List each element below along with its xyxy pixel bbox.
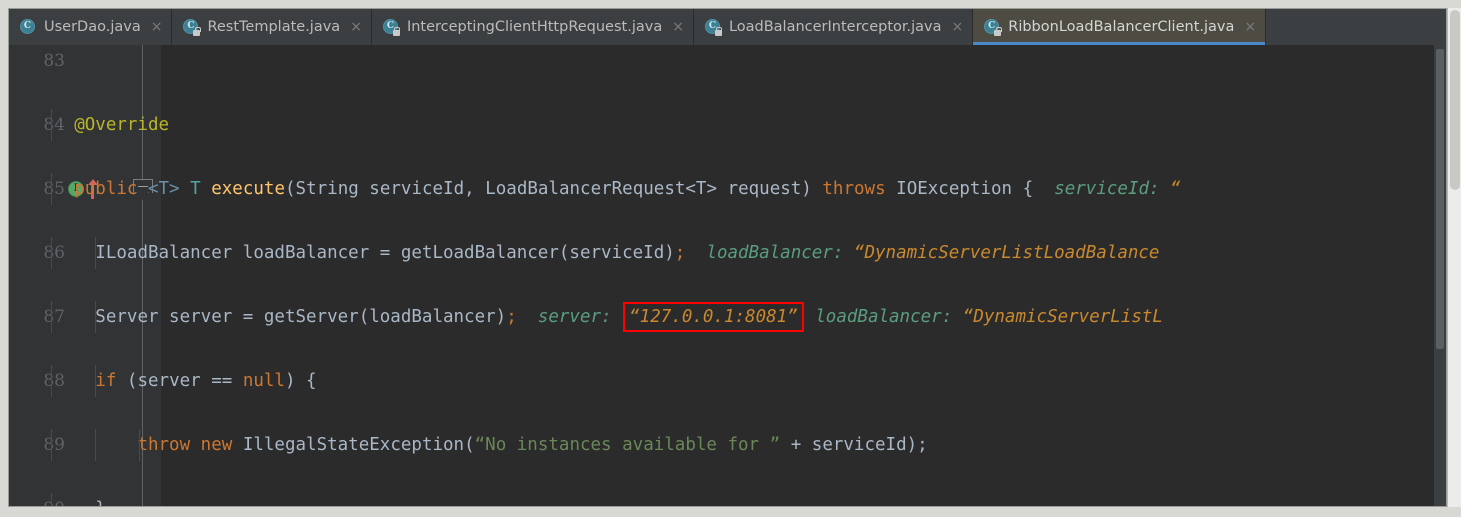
method-name-token: execute (211, 179, 285, 199)
debug-hint-value[interactable]: “ (1170, 179, 1181, 199)
editor-row[interactable]: 87 Server server = getServer(loadBalance… (9, 301, 1446, 333)
window-frame-bottom (0, 507, 1461, 517)
code-line[interactable]: @Override (9, 109, 1294, 141)
type-token: IOException { (896, 179, 1034, 199)
expression-token: + serviceId); (780, 435, 928, 455)
java-class-locked-icon: C (382, 19, 401, 36)
code-line[interactable]: Server server = getServer(loadBalancer);… (9, 301, 1294, 333)
close-icon[interactable]: × (348, 20, 362, 34)
tab-label: LoadBalancerInterceptor.java (728, 19, 942, 35)
debug-hint-name[interactable]: serviceId: (1054, 179, 1159, 199)
condition-token: ) { (284, 371, 317, 391)
tab-label: RestTemplate.java (207, 19, 341, 35)
keyword-new: new (200, 435, 233, 455)
code-line[interactable]: } (9, 493, 1294, 507)
debug-hint-name[interactable]: server: (538, 307, 612, 327)
keyword-if: if (95, 371, 117, 391)
statement-token: ILoadBalancer loadBalancer = getLoadBala… (95, 243, 675, 263)
code-line[interactable]: ILoadBalancer loadBalancer = getLoadBala… (9, 237, 1294, 269)
scrollbar-thumb[interactable] (1436, 49, 1444, 349)
editor-tab-ribbonloadbalancerclient[interactable]: C RibbonLoadBalancerClient.java × (973, 9, 1267, 45)
type-token: T (190, 179, 201, 199)
editor-tab-interceptingclienthttprequest[interactable]: C InterceptingClientHttpRequest.java × (371, 9, 694, 45)
editor-row[interactable]: 84 @Override (9, 109, 1446, 141)
condition-token: (server == (126, 371, 243, 391)
editor-row[interactable]: 89 throw new IllegalStateException(“No i… (9, 429, 1446, 461)
editor-row[interactable]: 88 if (server == null) { (9, 365, 1446, 397)
editor-tab-userdao[interactable]: C UserDao.java × (9, 9, 173, 45)
generic-token: <T> (147, 179, 180, 199)
editor-row[interactable]: 83 (9, 45, 1446, 77)
editor-tab-resttemplate[interactable]: C RestTemplate.java × (172, 9, 372, 45)
lock-icon (392, 27, 401, 36)
editor-row[interactable]: 86 ILoadBalancer loadBalancer = getLoadB… (9, 237, 1446, 269)
tab-label: RibbonLoadBalancerClient.java (1008, 19, 1235, 35)
param-token: String serviceId, (295, 179, 475, 199)
code-line[interactable]: public <T> T execute(String serviceId, L… (9, 173, 1294, 205)
code-line[interactable]: if (server == null) { (9, 365, 1294, 397)
close-icon[interactable]: × (950, 20, 964, 34)
java-class-locked-icon: C (984, 19, 1002, 36)
ide-window: C UserDao.java × C RestTemplate.java × C… (0, 0, 1461, 517)
debug-hint-value[interactable]: “DynamicServerListL (963, 307, 1163, 327)
debug-hint-name[interactable]: loadBalancer: (706, 243, 843, 263)
tab-label: UserDao.java (44, 19, 141, 35)
code-editor[interactable]: 83 84 @Override 85 I public <T> T execut… (9, 45, 1446, 507)
editor-tab-loadbalancerinterceptor[interactable]: C LoadBalancerInterceptor.java × (693, 9, 974, 45)
java-class-icon: C (20, 19, 36, 35)
editor-row[interactable]: 90 } (9, 493, 1446, 507)
editor-tab-bar: C UserDao.java × C RestTemplate.java × C… (9, 9, 1446, 45)
keyword-throws: throws (822, 179, 886, 199)
editor-vertical-scrollbar[interactable] (1434, 45, 1446, 507)
lock-icon (994, 27, 1002, 36)
semicolon-token: ; (506, 307, 517, 327)
lock-icon (193, 27, 201, 36)
code-line[interactable] (9, 45, 1294, 77)
java-class-locked-icon: C (183, 19, 201, 36)
param-token: LoadBalancerRequest<T> request) (485, 179, 812, 199)
brace-token: } (95, 499, 106, 507)
close-icon[interactable]: × (149, 20, 163, 34)
string-literal-token: “No instances available for ” (474, 435, 781, 455)
scrollbar-thumb[interactable] (1450, 10, 1460, 190)
highlighted-debug-value[interactable]: “127.0.0.1:8081” (623, 302, 804, 332)
window-frame-left (0, 0, 8, 517)
statement-token: Server server = getServer(loadBalancer) (95, 307, 507, 327)
debug-hint-name[interactable]: loadBalancer: (815, 307, 952, 327)
keyword-null: null (242, 371, 285, 391)
close-icon[interactable]: × (1242, 20, 1256, 34)
tab-label: InterceptingClientHttpRequest.java (406, 19, 663, 35)
keyword-throw: throw (137, 435, 191, 455)
debug-hint-value[interactable]: “DynamicServerListLoadBalance (854, 243, 1160, 263)
window-vertical-scrollbar[interactable] (1447, 8, 1461, 507)
editor-row[interactable]: 85 I public <T> T execute(String service… (9, 173, 1446, 205)
java-class-locked-icon: C (704, 19, 723, 36)
annotation-token: @Override (74, 115, 170, 135)
semicolon-token: ; (674, 243, 686, 263)
exception-type-token: IllegalStateException( (242, 435, 475, 455)
close-icon[interactable]: × (670, 20, 684, 34)
window-frame-top (0, 0, 1461, 8)
keyword-public: public (74, 179, 138, 199)
code-line[interactable]: throw new IllegalStateException(“No inst… (9, 429, 1294, 461)
lock-icon (714, 27, 723, 36)
